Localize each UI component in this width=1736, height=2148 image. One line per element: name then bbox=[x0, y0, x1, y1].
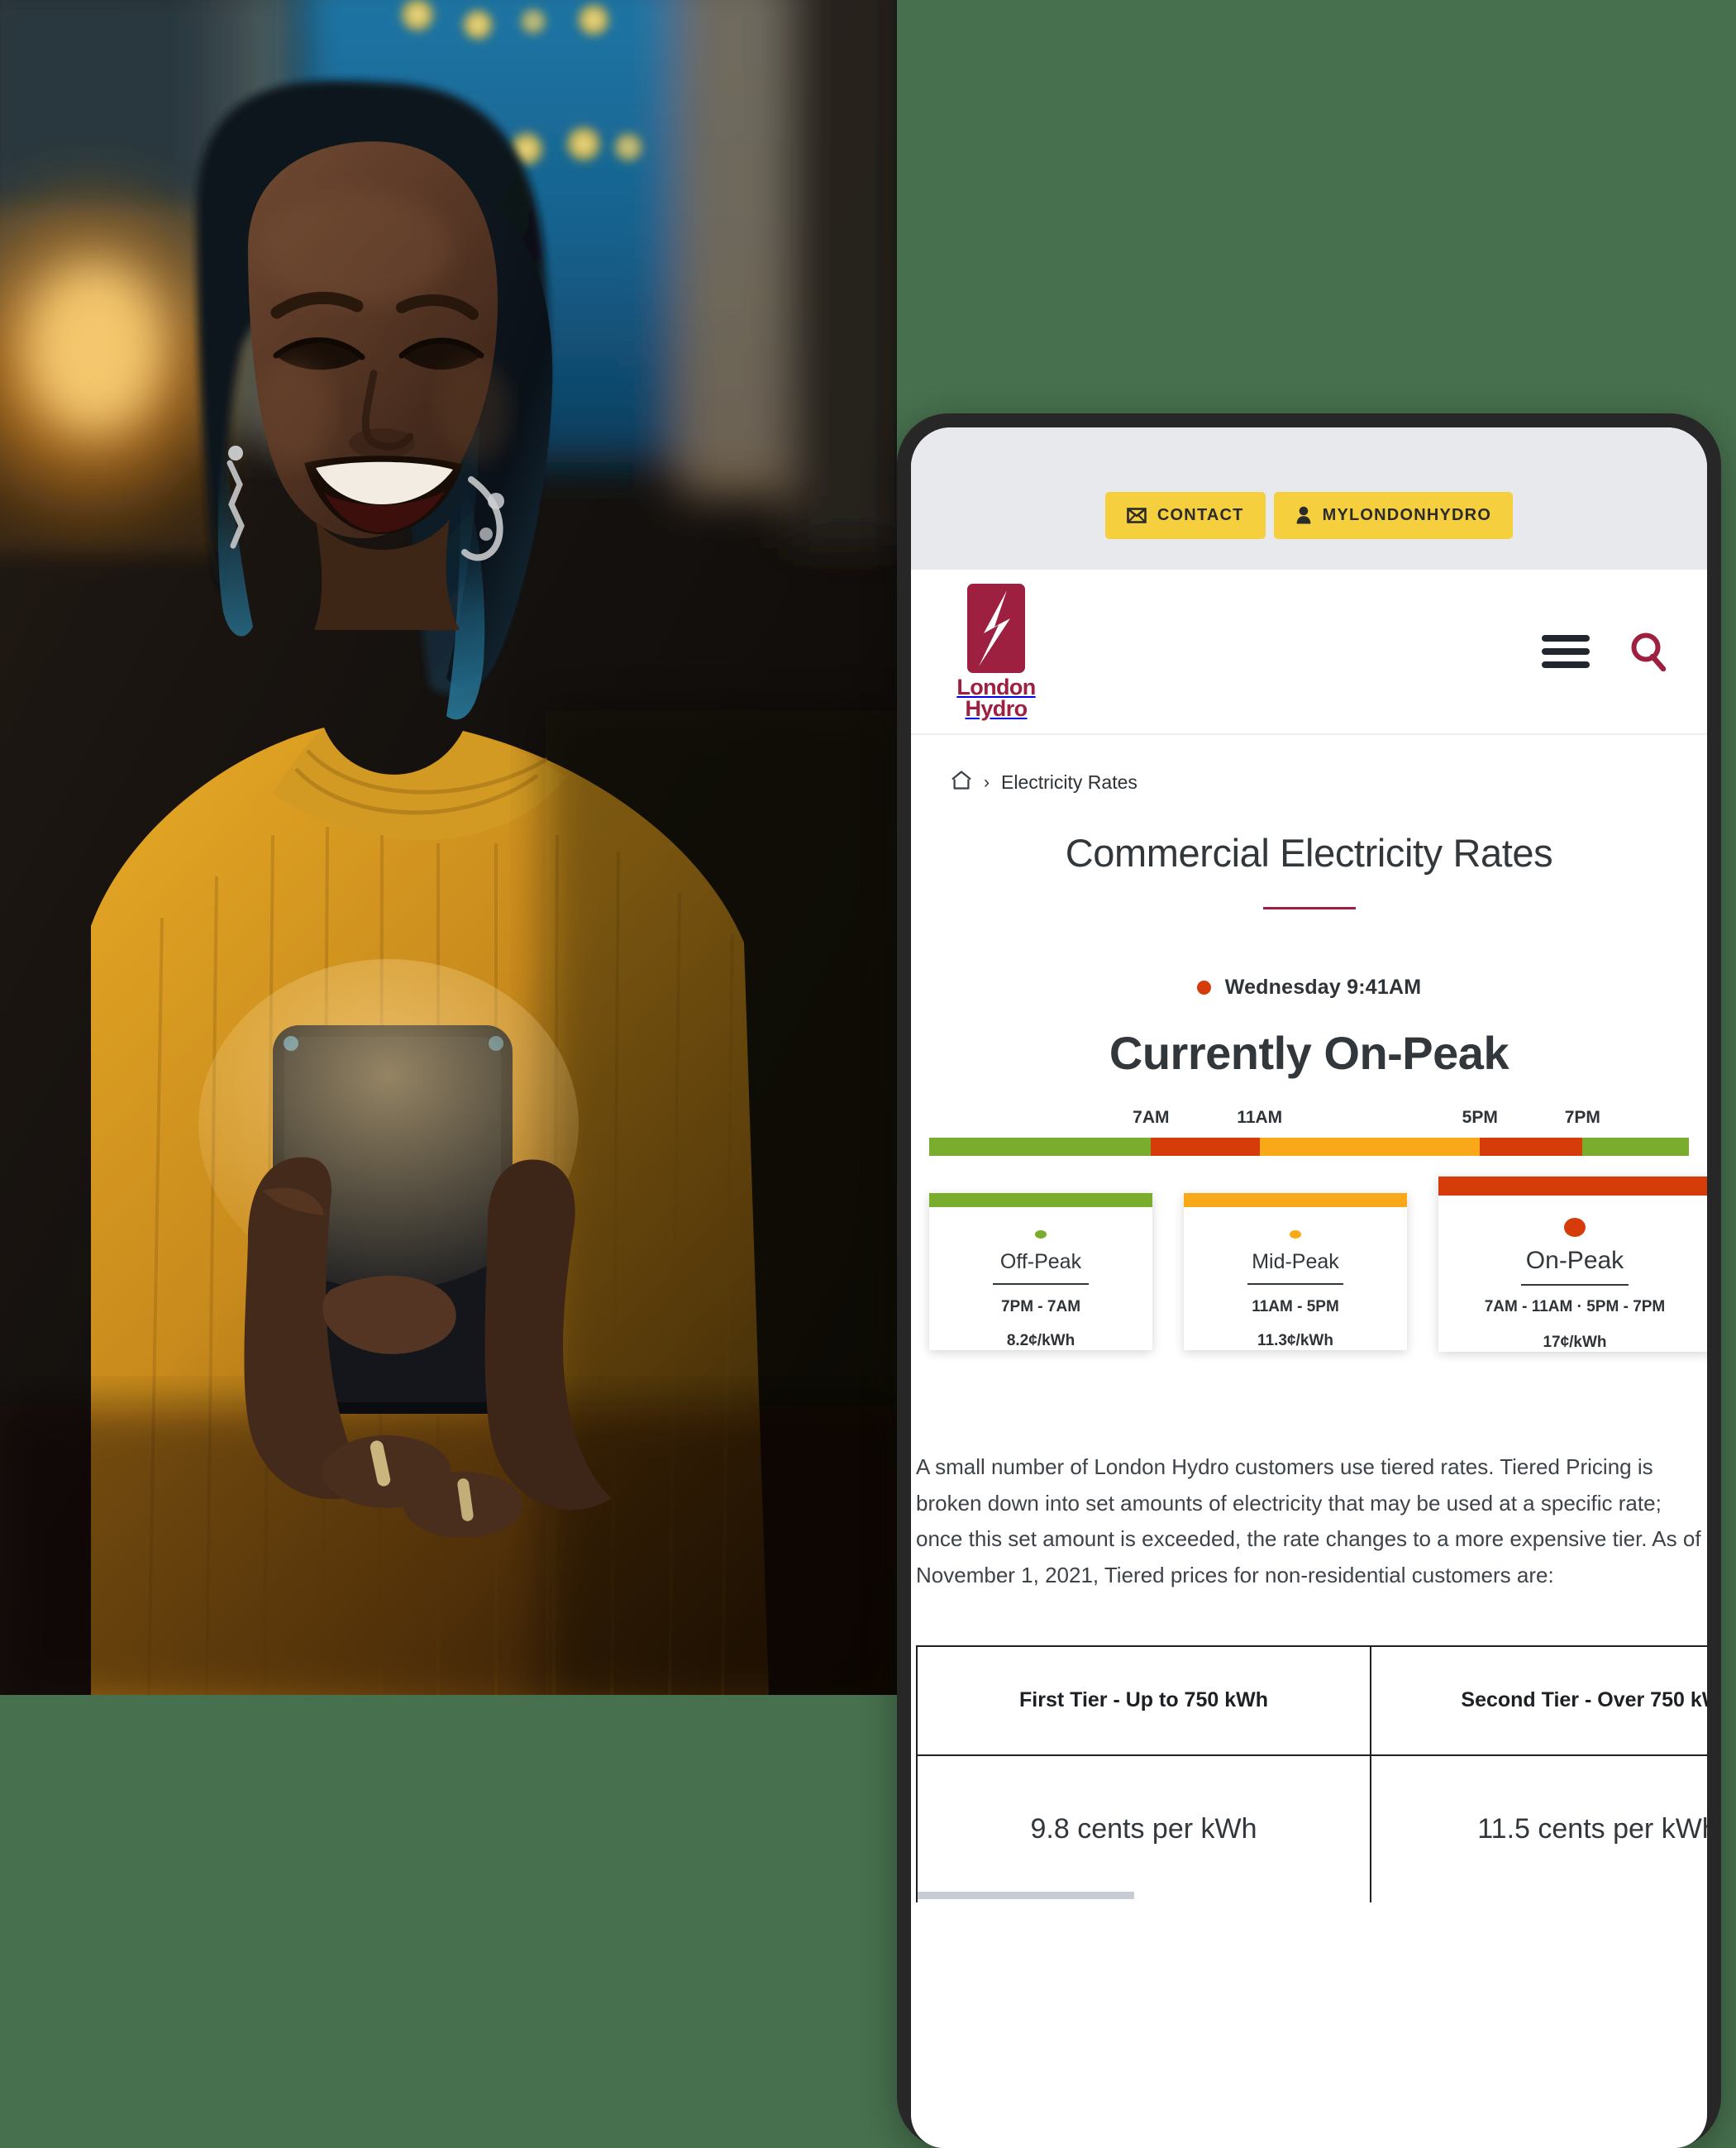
rate-card-mid-peak-color-band bbox=[1184, 1193, 1407, 1207]
home-icon[interactable] bbox=[951, 770, 972, 795]
phone-screen: CONTACT MYLONDONHYDRO London Hydro › Ele… bbox=[911, 427, 1707, 2148]
status-timestamp: Wednesday 9:41AM bbox=[1224, 976, 1422, 999]
rate-card-off-peak-dot bbox=[1035, 1229, 1047, 1239]
table-header-row: First Tier - Up to 750 kWh Second Tier -… bbox=[916, 1644, 1707, 1756]
tiered-pricing-paragraph: A small number of London Hydro customers… bbox=[916, 1454, 1701, 1588]
live-status-row: Wednesday 9:41AM bbox=[911, 976, 1707, 1000]
rate-card-mid-peak-hours: 11AM - 5PM bbox=[1252, 1298, 1339, 1316]
hero-photo-illustration bbox=[0, 0, 897, 1695]
timeline-tick-11am: 11AM bbox=[1237, 1108, 1283, 1127]
rate-card-on-peak[interactable]: On-Peak 7AM - 11AM · 5PM - 7PM 17¢/kWh bbox=[1438, 1177, 1707, 1352]
rate-cards-row: Off-Peak 7PM - 7AM 8.2¢/kWh Mid-Peak 11A… bbox=[911, 1177, 1707, 1352]
table-row: 9.8 cents per kWh 11.5 cents per kWh bbox=[916, 1754, 1707, 1902]
table-header-first-tier: First Tier - Up to 750 kWh bbox=[916, 1644, 1371, 1756]
rate-card-mid-peak-price: 11.3¢/kWh bbox=[1257, 1332, 1333, 1350]
phone-mockup-frame: CONTACT MYLONDONHYDRO London Hydro › Ele… bbox=[897, 413, 1721, 2148]
timeline-bar bbox=[929, 1138, 1689, 1156]
breadcrumb-separator: › bbox=[984, 772, 990, 792]
timeline-segment-on-peak-morning bbox=[1151, 1138, 1260, 1156]
rate-card-mid-peak[interactable]: Mid-Peak 11AM - 5PM 11.3¢/kWh bbox=[1184, 1193, 1407, 1350]
page-title: Commercial Electricity Rates bbox=[1065, 831, 1553, 875]
hamburger-bar-3 bbox=[1542, 661, 1590, 668]
hamburger-bar-1 bbox=[1542, 635, 1590, 642]
mylondonhydro-button[interactable]: MYLONDONHYDRO bbox=[1273, 491, 1514, 539]
time-of-use-timeline: 7AM 11AM 5PM 7PM bbox=[911, 1108, 1707, 1156]
contact-button[interactable]: CONTACT bbox=[1104, 491, 1266, 539]
logo-lightning-mark bbox=[967, 583, 1025, 673]
rate-card-off-peak-label: Off-Peak bbox=[999, 1250, 1082, 1274]
rate-card-off-peak-rule bbox=[993, 1283, 1089, 1286]
london-hydro-logo[interactable]: London Hydro bbox=[951, 583, 1042, 721]
current-period-heading: Currently On-Peak bbox=[1109, 1027, 1509, 1079]
breadcrumb-current[interactable]: Electricity Rates bbox=[1001, 771, 1137, 794]
page-root: CONTACT MYLONDONHYDRO London Hydro › Ele… bbox=[0, 0, 1736, 2148]
mylondonhydro-button-label: MYLONDONHYDRO bbox=[1322, 505, 1492, 524]
user-icon bbox=[1295, 506, 1312, 524]
site-header: London Hydro bbox=[911, 570, 1707, 735]
hero-photo bbox=[0, 0, 897, 1695]
timeline-segment-off-peak-night bbox=[1582, 1138, 1689, 1156]
rate-card-on-peak-dot bbox=[1564, 1218, 1586, 1238]
rate-card-on-peak-color-band bbox=[1438, 1177, 1707, 1196]
header-actions bbox=[1542, 632, 1667, 671]
rate-card-mid-peak-dot bbox=[1290, 1229, 1301, 1239]
rate-card-on-peak-hours: 7AM - 11AM · 5PM - 7PM bbox=[1484, 1298, 1666, 1315]
rate-card-off-peak-hours: 7PM - 7AM bbox=[1000, 1298, 1081, 1316]
timeline-segment-mid-peak bbox=[1259, 1138, 1481, 1156]
timeline-tick-row: 7AM 11AM 5PM 7PM bbox=[929, 1108, 1689, 1133]
rate-card-off-peak-color-band bbox=[929, 1193, 1152, 1207]
table-cell-first-tier-rate: 9.8 cents per kWh bbox=[916, 1754, 1371, 1902]
table-scrollbar-thumb[interactable] bbox=[918, 1891, 1134, 1899]
rate-card-on-peak-price: 17¢/kWh bbox=[1543, 1334, 1607, 1351]
rate-card-off-peak-price: 8.2¢/kWh bbox=[1006, 1332, 1075, 1350]
rate-card-off-peak[interactable]: Off-Peak 7PM - 7AM 8.2¢/kWh bbox=[929, 1193, 1152, 1350]
rate-card-on-peak-rule bbox=[1521, 1284, 1629, 1286]
tiered-rates-table: First Tier - Up to 750 kWh Second Tier -… bbox=[916, 1644, 1707, 1902]
timeline-segment-off-peak-early bbox=[929, 1138, 1152, 1156]
logo-wordmark: London Hydro bbox=[956, 675, 1036, 721]
hamburger-menu-icon[interactable] bbox=[1542, 635, 1590, 668]
table-header-second-tier: Second Tier - Over 750 kWh bbox=[1370, 1644, 1707, 1756]
status-indicator-dot bbox=[1196, 981, 1211, 995]
breadcrumb: › Electricity Rates bbox=[911, 735, 1707, 795]
rate-card-on-peak-label: On-Peak bbox=[1525, 1247, 1624, 1275]
rate-card-mid-peak-rule bbox=[1247, 1283, 1343, 1286]
timeline-segment-on-peak-evening bbox=[1480, 1138, 1583, 1156]
search-icon[interactable] bbox=[1629, 632, 1667, 671]
utility-top-bar: CONTACT MYLONDONHYDRO bbox=[911, 427, 1707, 570]
timeline-tick-7am: 7AM bbox=[1133, 1108, 1170, 1127]
envelope-icon bbox=[1127, 507, 1147, 523]
timeline-tick-7pm: 7PM bbox=[1564, 1108, 1600, 1127]
logo-word-line2: Hydro bbox=[965, 696, 1028, 721]
hamburger-bar-2 bbox=[1542, 648, 1590, 655]
contact-button-label: CONTACT bbox=[1157, 505, 1244, 524]
title-underline-rule bbox=[1262, 907, 1356, 909]
tiered-rates-table-scroller[interactable]: First Tier - Up to 750 kWh Second Tier -… bbox=[911, 1644, 1707, 1902]
timeline-tick-5pm: 5PM bbox=[1462, 1108, 1498, 1127]
rate-card-mid-peak-label: Mid-Peak bbox=[1252, 1250, 1339, 1274]
table-cell-second-tier-rate: 11.5 cents per kWh bbox=[1370, 1754, 1707, 1902]
table-horizontal-scrollbar[interactable] bbox=[918, 1891, 1707, 1899]
